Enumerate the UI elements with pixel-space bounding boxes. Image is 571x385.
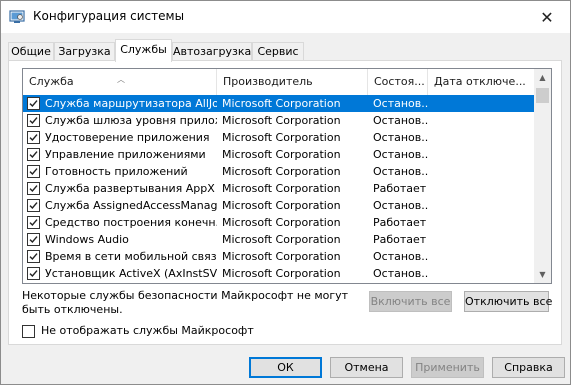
service-status: Останов... <box>373 97 428 110</box>
service-name: Готовность приложений <box>45 165 188 178</box>
service-vendor: Microsoft Corporation <box>222 148 341 161</box>
service-status: Останов... <box>373 114 428 127</box>
service-name: Служба развертывания AppX (... <box>45 182 217 195</box>
service-checkbox[interactable] <box>27 267 40 280</box>
checkmark-icon <box>29 202 38 210</box>
service-checkbox[interactable] <box>27 233 40 246</box>
tab-startup[interactable]: Автозагрузка <box>172 42 252 61</box>
service-vendor: Microsoft Corporation <box>222 182 341 195</box>
service-name: Установщик ActiveX (AxInstSV) <box>45 267 217 280</box>
services-panel: Служба ︿ Производитель Состоя... Дата от… <box>8 60 562 345</box>
service-status: Работает <box>373 233 427 246</box>
checkmark-icon <box>29 253 38 261</box>
service-name: Служба шлюза уровня прилож... <box>45 114 217 127</box>
service-status: Работает <box>373 216 427 229</box>
service-name: Служба AssignedAccessManager <box>45 199 217 212</box>
tab-boot[interactable]: Загрузка <box>54 42 115 61</box>
checkmark-icon <box>29 168 38 176</box>
apply-button[interactable]: Применить <box>411 357 484 378</box>
table-row[interactable]: Служба AssignedAccessManager Microsoft Co… <box>23 197 535 214</box>
service-status: Останов... <box>373 131 428 144</box>
table-row[interactable]: Служба маршрутизатора AllJoyn Microsoft C… <box>23 95 535 112</box>
service-vendor: Microsoft Corporation <box>222 250 341 263</box>
service-checkbox[interactable] <box>27 182 40 195</box>
msconfig-icon <box>9 9 25 25</box>
service-vendor: Microsoft Corporation <box>222 97 341 110</box>
service-checkbox[interactable] <box>27 250 40 263</box>
service-name: Windows Audio <box>45 233 129 246</box>
window-title: Конфигурация системы <box>33 9 185 23</box>
table-row[interactable]: Готовность приложений Microsoft Corporati… <box>23 163 535 180</box>
service-checkbox[interactable] <box>27 165 40 178</box>
service-checkbox[interactable] <box>27 216 40 229</box>
checkmark-icon <box>29 219 38 227</box>
service-status: Останов... <box>373 199 428 212</box>
checkmark-icon <box>29 151 38 159</box>
service-status: Работает <box>373 182 427 195</box>
service-checkbox[interactable] <box>27 199 40 212</box>
column-header-status[interactable]: Состоя... <box>368 69 428 95</box>
service-checkbox[interactable] <box>27 131 40 144</box>
service-vendor: Microsoft Corporation <box>222 199 341 212</box>
service-vendor: Microsoft Corporation <box>222 233 341 246</box>
service-status: Останов... <box>373 250 428 263</box>
table-row[interactable]: Управление приложениями Microsoft Corpora… <box>23 146 535 163</box>
column-header-service[interactable]: Служба ︿ <box>23 69 217 95</box>
scroll-up-icon[interactable]: ▲ <box>534 69 551 86</box>
service-name: Служба маршрутизатора AllJoyn <box>45 97 217 110</box>
system-config-window: Конфигурация системы ✕ Общие Загрузка Сл… <box>0 0 571 385</box>
column-header-vendor[interactable]: Производитель <box>217 69 368 95</box>
service-vendor: Microsoft Corporation <box>222 114 341 127</box>
service-name: Удостоверение приложения <box>45 131 210 144</box>
tab-general[interactable]: Общие <box>8 42 54 61</box>
service-vendor: Microsoft Corporation <box>222 165 341 178</box>
service-vendor: Microsoft Corporation <box>222 267 341 280</box>
service-name: Время в сети мобильной связи <box>45 250 217 263</box>
checkmark-icon <box>29 270 38 278</box>
hide-microsoft-services-label: Не отображать службы Майкрософт <box>41 324 254 337</box>
table-row[interactable]: Удостоверение приложения Microsoft Corpor… <box>23 129 535 146</box>
table-row[interactable]: Средство построения конечн... Microsoft C… <box>23 214 535 231</box>
table-row[interactable]: Windows Audio Microsoft Corporation Работа… <box>23 231 535 248</box>
scroll-down-icon[interactable]: ▼ <box>534 266 551 283</box>
disable-all-button[interactable]: Отключить все <box>464 291 552 312</box>
hide-microsoft-services-checkbox[interactable] <box>22 325 35 338</box>
table-row[interactable]: Установщик ActiveX (AxInstSV) Microsoft C… <box>23 265 535 282</box>
service-vendor: Microsoft Corporation <box>222 131 341 144</box>
help-button[interactable]: Справка <box>492 357 565 378</box>
service-status: Останов... <box>373 267 428 280</box>
column-header-date[interactable]: Дата отключе... <box>428 69 535 95</box>
checkmark-icon <box>29 236 38 244</box>
checkmark-icon <box>29 134 38 142</box>
table-row[interactable]: Служба развертывания AppX (... Microsoft … <box>23 180 535 197</box>
table-row[interactable]: Время в сети мобильной связи Microsoft Co… <box>23 248 535 265</box>
checkmark-icon <box>29 100 38 108</box>
service-name: Управление приложениями <box>45 148 206 161</box>
checkmark-icon <box>29 117 38 125</box>
security-note: Некоторые службы безопасности Майкрософт… <box>22 289 349 316</box>
scroll-thumb[interactable] <box>536 88 549 103</box>
service-checkbox[interactable] <box>27 148 40 161</box>
tab-tools[interactable]: Сервис <box>252 42 304 61</box>
list-header: Служба ︿ Производитель Состоя... Дата от… <box>23 69 535 95</box>
vertical-scrollbar[interactable]: ▲ ▼ <box>534 69 551 283</box>
services-list[interactable]: Служба ︿ Производитель Состоя... Дата от… <box>22 68 552 284</box>
enable-all-button[interactable]: Включить все <box>369 291 452 312</box>
service-checkbox[interactable] <box>27 114 40 127</box>
sort-chevron-icon: ︿ <box>117 75 125 84</box>
service-status: Останов... <box>373 148 428 161</box>
service-checkbox[interactable] <box>27 97 40 110</box>
close-button[interactable]: ✕ <box>524 1 570 33</box>
service-status: Останов... <box>373 165 428 178</box>
checkmark-icon <box>29 185 38 193</box>
title-bar: Конфигурация системы ✕ <box>1 1 570 33</box>
ok-button[interactable]: ОК <box>249 357 322 378</box>
cancel-button[interactable]: Отмена <box>330 357 403 378</box>
services-rows: Служба маршрутизатора AllJoyn Microsoft C… <box>23 95 535 282</box>
table-row[interactable]: Служба шлюза уровня прилож... Microsoft C… <box>23 112 535 129</box>
tab-services[interactable]: Службы <box>115 39 172 62</box>
service-vendor: Microsoft Corporation <box>222 216 341 229</box>
service-name: Средство построения конечн... <box>45 216 217 229</box>
